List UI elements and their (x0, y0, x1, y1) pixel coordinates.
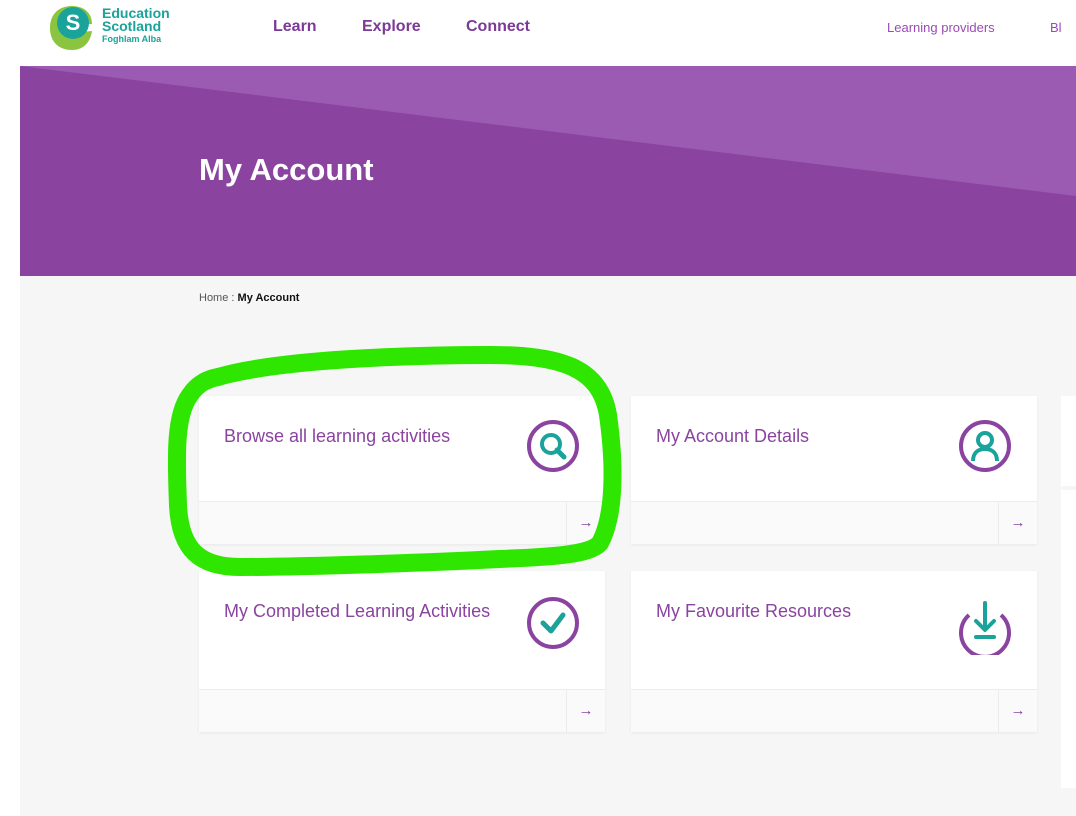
nav-learn[interactable]: Learn (273, 18, 317, 36)
logo-line-2: Scotland (102, 18, 162, 34)
nav-learning-providers[interactable]: Learning providers (887, 20, 995, 35)
highlight-annotation (167, 346, 622, 576)
arrow-right-icon[interactable]: → (998, 502, 1037, 544)
arrow-right-icon[interactable]: → (566, 690, 605, 732)
card-completed-activities[interactable]: My Completed Learning Activities → (199, 571, 605, 732)
breadcrumb-current: My Account (237, 292, 300, 304)
nav-explore[interactable]: Explore (362, 18, 421, 36)
education-scotland-logo[interactable]: S Education Scotland Foghlam Alba (48, 4, 188, 52)
card-favourite-resources[interactable]: My Favourite Resources → (631, 571, 1037, 732)
nav-blog-truncated[interactable]: Bl (1050, 20, 1062, 35)
card-label: My Favourite Resources (656, 601, 852, 621)
logo-mark-icon: S (50, 6, 92, 50)
check-icon (527, 597, 579, 649)
card-label: My Completed Learning Activities (224, 601, 491, 621)
breadcrumb: Home : My Account (199, 292, 299, 304)
partial-card-edge (1061, 396, 1076, 486)
breadcrumb-separator: : (231, 292, 235, 304)
card-label: My Account Details (656, 426, 810, 446)
card-account-details[interactable]: My Account Details → (631, 396, 1037, 544)
logo-line-3: Foghlam Alba (102, 34, 162, 44)
svg-text:S: S (66, 10, 81, 35)
card-footer: → (631, 689, 1037, 732)
hero-diagonal-shape (20, 66, 1076, 196)
top-navigation-bar: S Education Scotland Foghlam Alba Learn … (0, 0, 1076, 66)
card-footer: → (631, 501, 1037, 544)
partial-card-edge (1061, 490, 1076, 788)
download-icon (959, 601, 1011, 655)
card-footer: → (199, 689, 605, 732)
nav-connect[interactable]: Connect (466, 18, 530, 36)
page-title: My Account (199, 152, 374, 187)
hero-banner: My Account (20, 66, 1076, 276)
arrow-right-icon[interactable]: → (998, 690, 1037, 732)
user-icon (959, 420, 1011, 472)
breadcrumb-home[interactable]: Home (199, 292, 228, 304)
